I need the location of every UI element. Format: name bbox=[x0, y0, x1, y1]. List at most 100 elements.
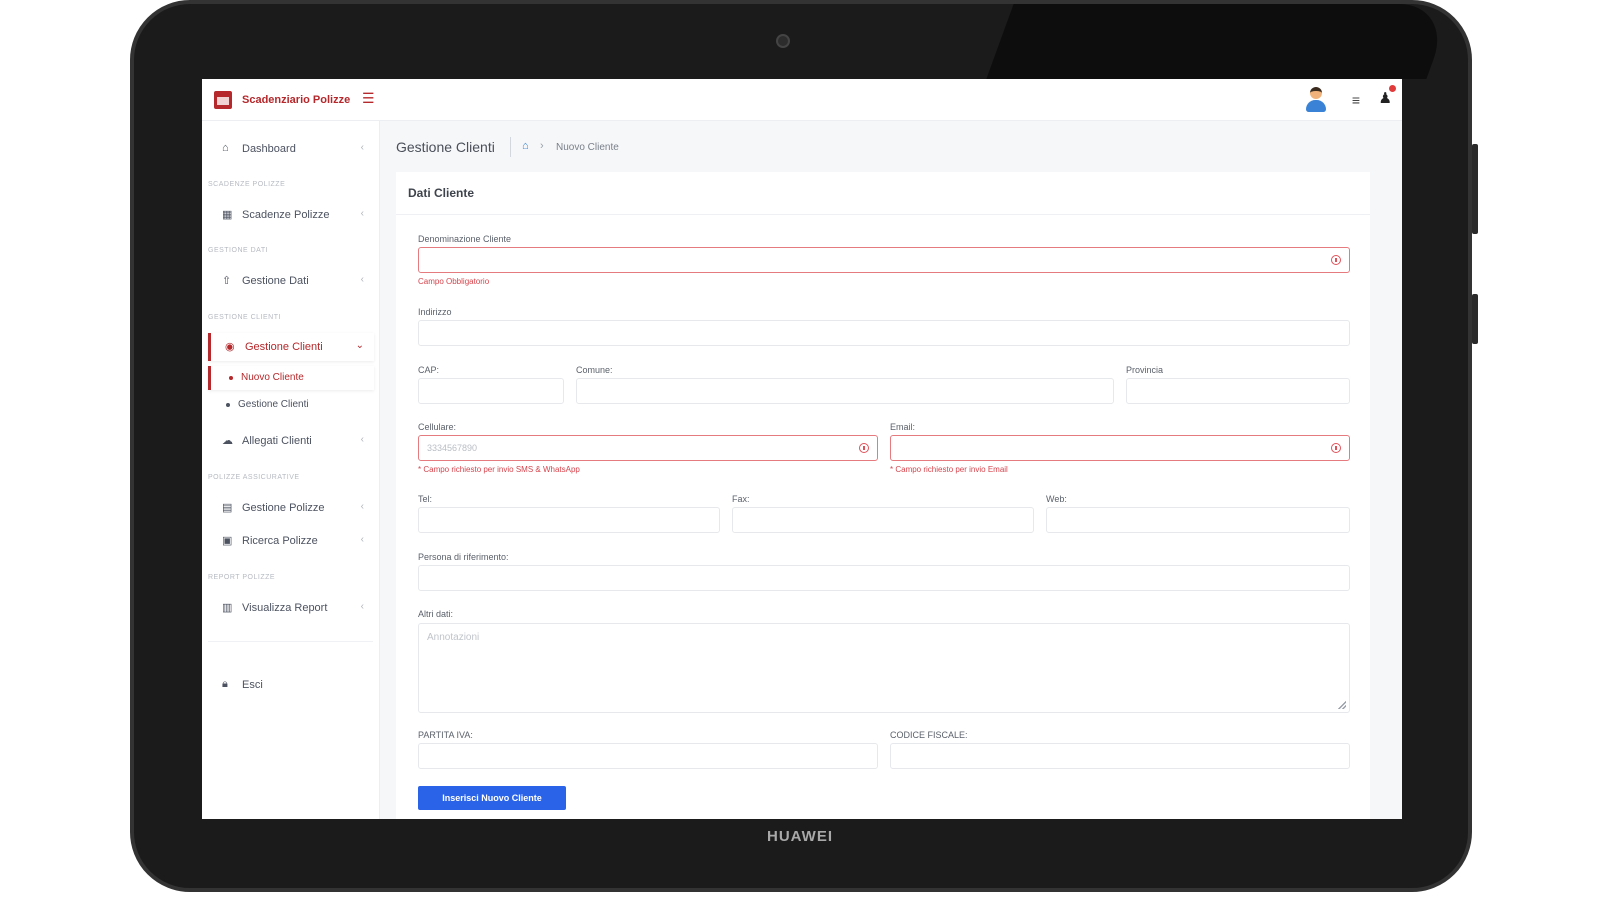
tel-input[interactable] bbox=[418, 507, 720, 533]
chevron-left-icon: ‹ bbox=[360, 274, 364, 285]
persona-label: Persona di riferimento: bbox=[418, 552, 509, 562]
fax-input[interactable] bbox=[732, 507, 1034, 533]
comune-input[interactable] bbox=[576, 378, 1114, 404]
cloud-icon: ☁ bbox=[222, 435, 233, 447]
sidebar-item-label: Scadenze Polizze bbox=[242, 209, 330, 221]
home-icon: ⌂ bbox=[222, 142, 229, 154]
divider bbox=[396, 214, 1370, 215]
report-icon: ▥ bbox=[222, 602, 233, 614]
chevron-left-icon: ‹ bbox=[360, 434, 364, 445]
resize-handle-icon[interactable] bbox=[1338, 701, 1346, 709]
partita-iva-input[interactable] bbox=[418, 743, 878, 769]
sidebar: ⌂ Dashboard ‹ SCADENZE POLIZZE ▦ Scadenz… bbox=[202, 121, 380, 819]
sidebar-item-label: Gestione Dati bbox=[242, 275, 309, 287]
cellulare-placeholder: 3334567890 bbox=[427, 443, 478, 453]
sidebar-item-gestione-dati[interactable]: ⇧ Gestione Dati ‹ bbox=[208, 267, 374, 295]
web-label: Web: bbox=[1046, 494, 1067, 504]
altri-dati-placeholder: Annotazioni bbox=[427, 632, 480, 643]
volume-button bbox=[1472, 294, 1478, 344]
sidebar-item-label: Allegati Clienti bbox=[242, 435, 312, 447]
provincia-input[interactable] bbox=[1126, 378, 1350, 404]
camera-icon bbox=[776, 34, 790, 48]
client-form-card: Dati Cliente Denominazione Cliente Campo… bbox=[396, 172, 1370, 819]
home-icon[interactable]: ⌂ bbox=[522, 140, 529, 152]
sidebar-item-gestione-clienti[interactable]: ◉ Gestione Clienti ⌄ bbox=[208, 333, 374, 361]
notification-badge bbox=[1389, 85, 1396, 92]
submit-button[interactable]: Inserisci Nuovo Cliente bbox=[418, 786, 566, 810]
web-input[interactable] bbox=[1046, 507, 1350, 533]
calendar-logo-icon bbox=[214, 91, 232, 109]
tel-label: Tel: bbox=[418, 494, 433, 504]
sidebar-item-dashboard[interactable]: ⌂ Dashboard ‹ bbox=[208, 135, 374, 163]
codice-fiscale-input[interactable] bbox=[890, 743, 1350, 769]
fax-label: Fax: bbox=[732, 494, 750, 504]
app-title: Scadenziario Polizze bbox=[242, 94, 351, 106]
cap-label: CAP: bbox=[418, 365, 440, 375]
app-screen: Scadenziario Polizze ☰ ≡ ♟ ⌂ Dashboard ‹… bbox=[202, 79, 1402, 819]
sidebar-item-label: Gestione Clienti bbox=[238, 399, 309, 410]
power-button bbox=[1472, 144, 1478, 234]
user-avatar[interactable] bbox=[1304, 87, 1328, 113]
calendar-icon: ▦ bbox=[222, 209, 233, 221]
section-label: SCADENZE POLIZZE bbox=[208, 181, 286, 188]
bullet-icon bbox=[226, 403, 230, 407]
sidebar-subitem-gestione-clienti[interactable]: Gestione Clienti bbox=[208, 393, 374, 417]
section-label: REPORT POLIZZE bbox=[208, 574, 276, 581]
top-bar: Scadenziario Polizze ☰ ≡ ♟ bbox=[202, 79, 1402, 121]
indirizzo-input[interactable] bbox=[418, 320, 1350, 346]
provincia-label: Provincia bbox=[1126, 365, 1164, 375]
divider bbox=[208, 641, 373, 642]
email-hint: * Campo richiesto per invio Email bbox=[890, 465, 1008, 474]
sidebar-item-allegati[interactable]: ☁ Allegati Clienti ‹ bbox=[208, 427, 374, 455]
section-label: GESTIONE DATI bbox=[208, 247, 269, 254]
chevron-left-icon: ‹ bbox=[360, 501, 364, 512]
cellulare-input[interactable]: 3334567890 bbox=[418, 435, 878, 461]
table-icon: ▤ bbox=[222, 502, 233, 514]
sidebar-item-scadenze[interactable]: ▦ Scadenze Polizze ‹ bbox=[208, 201, 374, 229]
chevron-left-icon: ‹ bbox=[360, 142, 364, 153]
cap-input[interactable] bbox=[418, 378, 564, 404]
denominazione-error: Campo Obbligatorio bbox=[418, 277, 490, 286]
hamburger-menu-icon[interactable]: ☰ bbox=[362, 91, 376, 105]
sidebar-item-label: Gestione Polizze bbox=[242, 502, 325, 514]
comune-label: Comune: bbox=[576, 365, 613, 375]
email-input[interactable] bbox=[890, 435, 1350, 461]
client-icon: ◉ bbox=[225, 341, 235, 353]
sidebar-item-label: Gestione Clienti bbox=[245, 341, 323, 353]
section-label: GESTIONE CLIENTI bbox=[208, 314, 281, 321]
sidebar-item-ricerca-polizze[interactable]: ▣ Ricerca Polizze ‹ bbox=[208, 527, 374, 555]
chevron-down-icon: ⌄ bbox=[355, 340, 364, 351]
persona-input[interactable] bbox=[418, 565, 1350, 591]
section-label: POLIZZE ASSICURATIVE bbox=[208, 474, 300, 481]
cellulare-label: Cellulare: bbox=[418, 422, 457, 432]
chevron-left-icon: ‹ bbox=[360, 601, 364, 612]
sidebar-item-label: Esci bbox=[242, 679, 263, 691]
error-icon bbox=[1331, 255, 1341, 265]
chevron-left-icon: ‹ bbox=[360, 208, 364, 219]
breadcrumb-separator bbox=[510, 137, 511, 157]
sidebar-item-label: Nuovo Cliente bbox=[241, 372, 304, 383]
bell-icon[interactable]: ♟ bbox=[1379, 89, 1392, 107]
breadcrumb-current: Nuovo Cliente bbox=[556, 142, 619, 153]
email-label: Email: bbox=[890, 422, 916, 432]
chevron-right-icon: › bbox=[540, 140, 544, 152]
indirizzo-label: Indirizzo bbox=[418, 307, 452, 317]
sidebar-subitem-nuovo-cliente[interactable]: Nuovo Cliente bbox=[208, 366, 374, 390]
sidebar-item-report[interactable]: ▥ Visualizza Report ‹ bbox=[208, 594, 374, 622]
device-brand: HUAWEI bbox=[767, 828, 833, 845]
search-doc-icon: ▣ bbox=[222, 535, 233, 547]
sidebar-item-label: Ricerca Polizze bbox=[242, 535, 318, 547]
partita-iva-label: PARTITA IVA: bbox=[418, 730, 473, 740]
page-title: Gestione Clienti bbox=[396, 139, 495, 155]
upload-icon: ⇧ bbox=[222, 275, 232, 287]
sidebar-item-label: Dashboard bbox=[242, 143, 296, 155]
lock-icon: 🔒︎ bbox=[222, 678, 228, 690]
chevron-left-icon: ‹ bbox=[360, 534, 364, 545]
altri-dati-textarea[interactable]: Annotazioni bbox=[418, 623, 1350, 713]
cellulare-hint: * Campo richiesto per invio SMS & WhatsA… bbox=[418, 465, 580, 474]
list-menu-icon[interactable]: ≡ bbox=[1352, 92, 1360, 108]
denominazione-input[interactable] bbox=[418, 247, 1350, 273]
sidebar-item-esci[interactable]: 🔒︎ Esci bbox=[208, 671, 374, 699]
sidebar-item-gestione-polizze[interactable]: ▤ Gestione Polizze ‹ bbox=[208, 494, 374, 522]
form-title: Dati Cliente bbox=[408, 186, 475, 200]
